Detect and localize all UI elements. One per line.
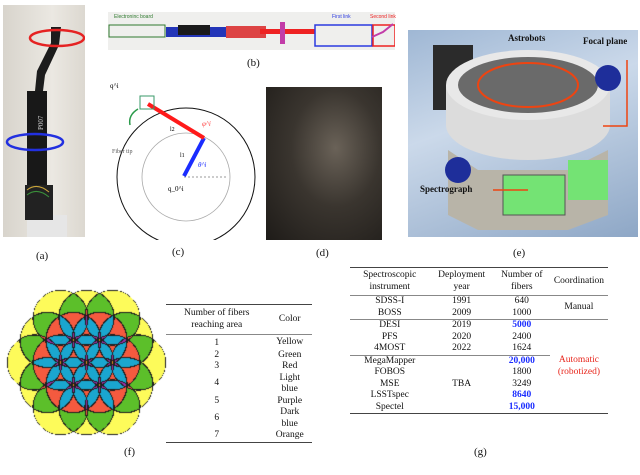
- table-row: 2 Green: [166, 350, 312, 362]
- year-cell: 1991: [452, 296, 472, 306]
- fibers-cell: 5000: [512, 320, 532, 330]
- color-cell: Green: [278, 349, 302, 360]
- table-row: 1 Yellow: [166, 335, 312, 350]
- instrument-cell: LSSTspec: [370, 390, 409, 400]
- coverage-color-table: Number of fibers reaching area Color 1 Yel…: [166, 304, 312, 443]
- fibers-cell: 2400: [512, 331, 532, 342]
- year-cell: TBA: [452, 378, 472, 389]
- year-cell: 2019: [452, 320, 472, 330]
- table-row: 4 Light blue: [166, 373, 312, 396]
- label-c: (c): [172, 246, 185, 258]
- fibers-cell: 1000: [512, 307, 532, 318]
- color-cell: Yellow: [276, 336, 304, 347]
- instrument-table: Spectroscopic instrument Deployment year…: [350, 267, 608, 414]
- second-link-label: Second link: [370, 14, 396, 20]
- color-cell: Red: [282, 361, 298, 371]
- col-header-year: Deployment year: [438, 270, 486, 292]
- focal-plane-render: Astrobots Focal plane Spectrograph: [408, 30, 638, 237]
- instrument-photo: [266, 87, 382, 240]
- count-cell: 7: [214, 430, 220, 440]
- col-header-fibers: Number of fibers: [501, 270, 543, 292]
- fibers-cell: 15,000: [508, 401, 535, 412]
- col-header-instrument: Spectroscopic instrument: [363, 270, 417, 292]
- fibers-cell: 3249: [512, 378, 532, 389]
- col-header-coordination: Coordination: [553, 275, 604, 286]
- color-cell: Orange: [275, 430, 304, 440]
- table-row: DESI 2019 5000 Automatic (robotized): [350, 320, 608, 377]
- svg-text:P007: P007: [37, 115, 45, 130]
- label-e: (e): [513, 247, 526, 259]
- svg-text:l1: l1: [180, 153, 185, 159]
- astrobot-cross-section: Electroninc board First link Second link: [108, 12, 396, 50]
- fibers-cell: 20,000: [508, 355, 535, 366]
- astrobot-drawing: P007: [5, 27, 86, 237]
- color-cell: Dark blue: [280, 407, 300, 429]
- astrobots-annotation: Astrobots: [508, 33, 546, 43]
- table-row: SDSS-I 1991 640 Manual: [350, 296, 608, 312]
- label-d: (d): [316, 247, 329, 259]
- figure: P007 (a) Electroninc board First link Se…: [0, 0, 640, 475]
- fibers-cell: 1624: [512, 343, 532, 353]
- year-cell: 2020: [452, 331, 472, 342]
- svg-text:Fiber tip: Fiber tip: [112, 149, 133, 155]
- color-cell: Light blue: [279, 372, 301, 395]
- instrument-cell: MSE: [379, 378, 400, 389]
- fiber-coverage-pattern: [2, 286, 170, 438]
- fibers-cell: 1800: [512, 367, 532, 377]
- coordination-automatic: Automatic (robotized): [550, 320, 608, 414]
- count-cell: 4: [214, 378, 220, 389]
- table-row: 7 Orange: [166, 430, 312, 442]
- label-g: (g): [474, 446, 487, 458]
- automatic-sub: (robotized): [557, 366, 601, 377]
- focal-plane-annotation: Focal plane: [583, 36, 628, 46]
- spectrograph-annotation: Spectrograph: [420, 184, 473, 194]
- instrument-cell: FOBOS: [374, 367, 406, 377]
- year-cell: 2009: [452, 307, 472, 318]
- instrument-cell: DESI: [379, 320, 401, 330]
- count-cell: 2: [214, 349, 220, 360]
- col-header-color: Color: [278, 313, 301, 324]
- instrument-cell: MegaMapper: [364, 355, 416, 366]
- instrument-cell: PFS: [381, 331, 398, 342]
- table-row: 6 Dark blue: [166, 407, 312, 430]
- instrument-cell: 4MOST: [374, 343, 406, 353]
- electronic-board-label: Electroninc board: [114, 14, 153, 20]
- automatic-label: Automatic: [558, 355, 599, 365]
- table-row: 5 Purple: [166, 396, 312, 408]
- kinematic-diagram: q^i Fiber tip l2 l1 φ^i θ^i q_0^i: [110, 82, 256, 240]
- table-row: 3 Red: [166, 361, 312, 373]
- year-cell: 2022: [452, 343, 472, 353]
- label-a: (a): [36, 250, 49, 262]
- svg-text:q_0^i: q_0^i: [168, 185, 184, 193]
- col-header-fibers: Number of fibers reaching area: [184, 308, 250, 330]
- count-cell: 3: [214, 361, 220, 371]
- svg-text:θ^i: θ^i: [198, 161, 206, 169]
- svg-text:φ^i: φ^i: [202, 120, 211, 128]
- svg-text:q^i: q^i: [110, 82, 119, 90]
- svg-text:l2: l2: [170, 127, 175, 133]
- count-cell: 5: [214, 395, 220, 406]
- fibers-cell: 640: [514, 296, 529, 306]
- instrument-cell: SDSS-I: [375, 296, 405, 306]
- instrument-cell: Spectel: [375, 401, 404, 412]
- label-f: (f): [124, 446, 135, 458]
- coordination-manual: Manual: [564, 301, 594, 312]
- astrobot-photo: P007: [3, 5, 86, 237]
- fibers-cell: 8640: [512, 390, 532, 400]
- count-cell: 1: [214, 338, 220, 348]
- instrument-cell: BOSS: [377, 307, 402, 318]
- color-cell: Purple: [277, 395, 303, 406]
- first-link-label: First link: [332, 14, 351, 20]
- first-link: [182, 137, 206, 177]
- count-cell: 6: [214, 412, 220, 423]
